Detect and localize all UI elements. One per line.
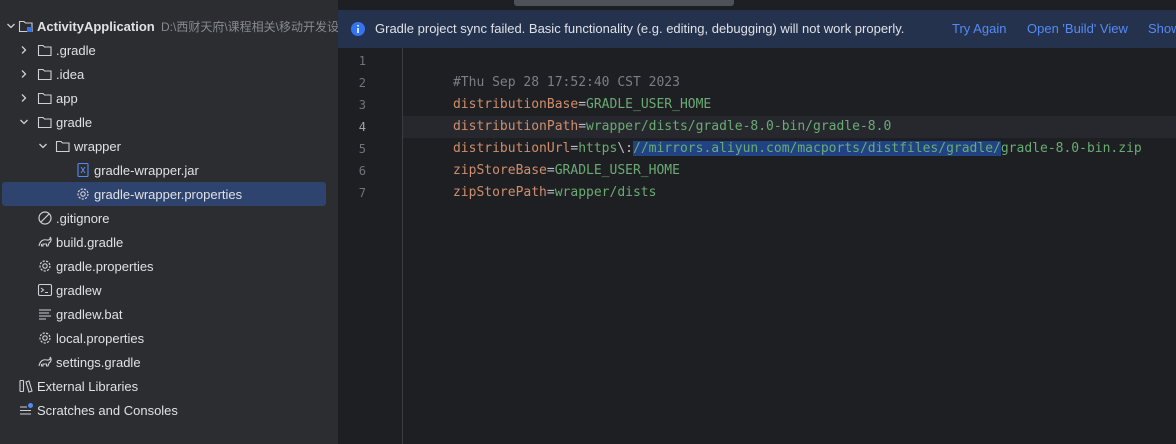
tree-item-label: .gradle bbox=[56, 42, 96, 58]
line-number: 4 bbox=[358, 120, 366, 134]
project-root-label: ActivityApplication bbox=[37, 18, 155, 34]
tree-item-wrapper[interactable]: wrapper bbox=[0, 134, 338, 158]
tree-item-gradlew-bat[interactable]: gradlew.bat bbox=[0, 302, 338, 326]
tree-item-label: wrapper bbox=[74, 138, 121, 154]
open-build-view-link[interactable]: Open 'Build' View bbox=[1027, 21, 1128, 36]
tree-item-label: build.gradle bbox=[56, 234, 124, 250]
chevron-right-icon[interactable] bbox=[18, 92, 30, 104]
scratches-icon bbox=[18, 402, 34, 418]
terminal-file-icon bbox=[37, 282, 53, 298]
tree-item-app[interactable]: app bbox=[0, 86, 338, 110]
tree-item-gradle[interactable]: gradle bbox=[0, 110, 338, 134]
chevron-down-icon[interactable] bbox=[5, 20, 17, 32]
tree-item-settings-gradle[interactable]: settings.gradle bbox=[0, 350, 338, 374]
chevron-down-icon[interactable] bbox=[37, 140, 49, 152]
tree-item-idea[interactable]: .idea bbox=[0, 62, 338, 86]
tree-item-label: local.properties bbox=[56, 330, 145, 346]
gear-icon bbox=[75, 186, 91, 202]
tree-item-label: Scratches and Consoles bbox=[37, 402, 178, 418]
tree-item-gradlew[interactable]: gradlew bbox=[0, 278, 338, 302]
folder-icon bbox=[55, 138, 71, 154]
folder-icon bbox=[37, 114, 53, 130]
folder-icon bbox=[37, 66, 53, 82]
line-number: 3 bbox=[358, 98, 366, 112]
selected-text[interactable]: //mirrors.aliyun.com/macports/distfiles/… bbox=[633, 141, 1001, 156]
tree-item-label: gradlew.bat bbox=[56, 306, 123, 322]
tree-item-label: gradle-wrapper.properties bbox=[94, 186, 243, 202]
line-number: 5 bbox=[358, 142, 366, 156]
tree-item-gradle-wrapper-properties[interactable]: gradle-wrapper.properties bbox=[2, 182, 326, 206]
gear-icon bbox=[37, 258, 53, 274]
gear-icon bbox=[37, 330, 53, 346]
equals-sign: = bbox=[546, 185, 555, 200]
editor-panel: Gradle project sync failed. Basic functi… bbox=[338, 0, 1176, 444]
tree-item-label: app bbox=[56, 90, 78, 106]
info-icon bbox=[350, 21, 366, 37]
tree-item-label: gradle.properties bbox=[56, 258, 154, 274]
gitignore-icon bbox=[37, 210, 53, 226]
line-number: 2 bbox=[358, 76, 366, 90]
tree-item-label: gradlew bbox=[56, 282, 102, 298]
code-line-2[interactable]: distributionBase=GRADLE_USER_HOME bbox=[406, 72, 711, 112]
code-line-5[interactable]: zipStoreBase=GRADLE_USER_HOME bbox=[406, 138, 680, 178]
tree-item-gradle-properties[interactable]: gradle.properties bbox=[0, 254, 338, 278]
tree-item-label: gradle-wrapper.jar bbox=[94, 162, 199, 178]
folder-icon bbox=[37, 42, 53, 58]
editor-tab-scroll-indicator[interactable] bbox=[514, 0, 734, 6]
tree-item-gitignore[interactable]: .gitignore bbox=[0, 206, 338, 230]
line-number: 1 bbox=[358, 54, 366, 68]
tree-item-label: .gitignore bbox=[56, 210, 110, 226]
gradle-icon bbox=[37, 354, 53, 370]
tree-item-build-gradle[interactable]: build.gradle bbox=[0, 230, 338, 254]
line-number: 6 bbox=[358, 164, 366, 178]
tree-item-external-libraries[interactable]: External Libraries bbox=[0, 374, 338, 398]
code-line-1[interactable]: #Thu Sep 28 17:52:40 CST 2023 bbox=[406, 50, 680, 90]
gradle-icon bbox=[37, 234, 53, 250]
libraries-icon bbox=[18, 378, 34, 394]
property-value: wrapper/dists bbox=[554, 185, 657, 200]
line-number-gutter[interactable]: 1 2 3 4 5 6 7 bbox=[338, 48, 403, 444]
ide-window: ActivityApplication D:\西财天府\课程相关\移动开发设 .… bbox=[0, 0, 1176, 444]
property-key: zipStorePath bbox=[452, 185, 547, 200]
code-line-6[interactable]: zipStorePath=wrapper/dists bbox=[406, 160, 657, 200]
text-file-icon bbox=[37, 306, 53, 322]
show-link[interactable]: Show bbox=[1148, 21, 1176, 36]
project-tree-panel: ActivityApplication D:\西财天府\课程相关\移动开发设 .… bbox=[0, 0, 338, 444]
chevron-down-icon[interactable] bbox=[18, 116, 30, 128]
tree-item-label: External Libraries bbox=[37, 378, 139, 394]
chevron-right-icon[interactable] bbox=[18, 68, 30, 80]
tree-item-label: gradle bbox=[56, 114, 93, 130]
folder-icon bbox=[37, 90, 53, 106]
tree-item-label: .idea bbox=[56, 66, 85, 82]
module-folder-icon bbox=[18, 18, 34, 34]
project-root-path: D:\西财天府\课程相关\移动开发设 bbox=[161, 19, 338, 34]
tree-item-scratches[interactable]: Scratches and Consoles bbox=[0, 398, 338, 422]
code-line-4[interactable]: distributionUrl=https\://mirrors.aliyun.… bbox=[406, 116, 1142, 156]
gradle-sync-failed-banner: Gradle project sync failed. Basic functi… bbox=[338, 10, 1176, 48]
tree-item-local-properties[interactable]: local.properties bbox=[0, 326, 338, 350]
banner-message: Gradle project sync failed. Basic functi… bbox=[375, 21, 905, 36]
property-value: gradle-8.0-bin.zip bbox=[1000, 141, 1142, 156]
tree-item-root[interactable]: ActivityApplication D:\西财天府\课程相关\移动开发设 bbox=[0, 14, 338, 38]
try-again-link[interactable]: Try Again bbox=[952, 21, 1006, 36]
line-number: 7 bbox=[358, 186, 366, 200]
tree-item-gradle-wrapper-jar[interactable]: gradle-wrapper.jar bbox=[0, 158, 338, 182]
tree-item-dot-gradle[interactable]: .gradle bbox=[0, 38, 338, 62]
chevron-right-icon[interactable] bbox=[18, 44, 30, 56]
jar-file-icon bbox=[75, 162, 91, 178]
code-line-3[interactable]: distributionPath=wrapper/dists/gradle-8.… bbox=[406, 94, 891, 134]
tree-item-label: settings.gradle bbox=[56, 354, 141, 370]
